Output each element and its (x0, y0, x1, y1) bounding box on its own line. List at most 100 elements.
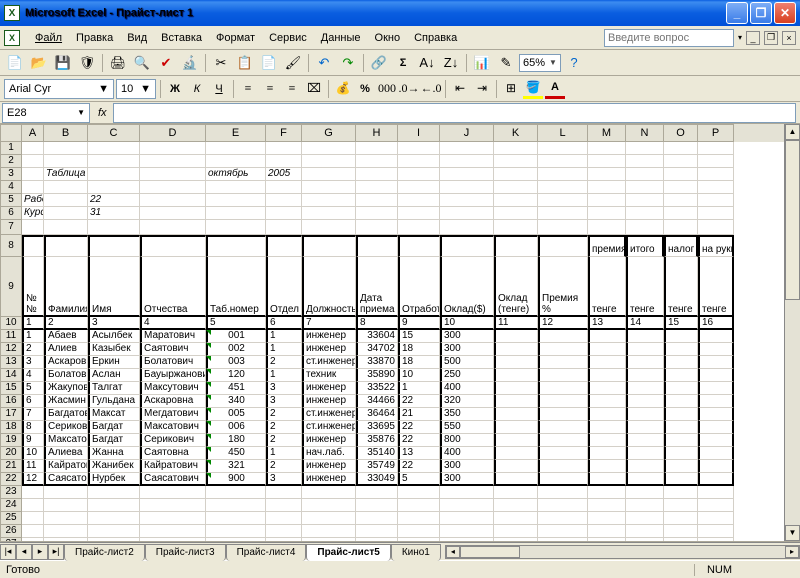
cell-G18[interactable]: ст.инженер (302, 421, 356, 434)
cell-I18[interactable]: 22 (398, 421, 440, 434)
cell-F20[interactable]: 1 (266, 447, 302, 460)
menu-tools[interactable]: Сервис (262, 30, 314, 46)
workbook-icon[interactable]: X (4, 30, 20, 46)
cell-F7[interactable] (266, 220, 302, 235)
col-header-P[interactable]: P (698, 124, 734, 142)
row-header-9[interactable]: 9 (0, 257, 22, 317)
cell-C23[interactable] (88, 486, 140, 499)
cell-K5[interactable] (494, 194, 538, 207)
cell-A14[interactable]: 4 (22, 369, 44, 382)
cell-M19[interactable] (588, 434, 626, 447)
cell-J1[interactable] (440, 142, 494, 155)
row-header-21[interactable]: 21 (0, 460, 22, 473)
cell-F26[interactable] (266, 525, 302, 538)
cell-H17[interactable]: 36464 (356, 408, 398, 421)
cell-M6[interactable] (588, 207, 626, 220)
cell-D12[interactable]: Саятович (140, 343, 206, 356)
cell-O2[interactable] (664, 155, 698, 168)
cut-icon[interactable]: ✂ (210, 52, 232, 74)
cell-K16[interactable] (494, 395, 538, 408)
select-all-corner[interactable] (0, 124, 22, 142)
cell-N24[interactable] (626, 499, 664, 512)
cell-O6[interactable] (664, 207, 698, 220)
cell-P7[interactable] (698, 220, 734, 235)
cell-A11[interactable]: 1 (22, 330, 44, 343)
cell-N26[interactable] (626, 525, 664, 538)
cell-D13[interactable]: Болатович (140, 356, 206, 369)
cell-E25[interactable] (206, 512, 266, 525)
cell-M20[interactable] (588, 447, 626, 460)
cell-I19[interactable]: 22 (398, 434, 440, 447)
cell-O23[interactable] (664, 486, 698, 499)
cell-I21[interactable]: 22 (398, 460, 440, 473)
cell-L4[interactable] (538, 181, 588, 194)
cell-D25[interactable] (140, 512, 206, 525)
cell-F10[interactable]: 6 (266, 317, 302, 330)
cell-B27[interactable] (44, 538, 88, 542)
sheet-tab-3[interactable]: Прайс-лист5 (306, 544, 390, 561)
spelling-icon[interactable]: ✔ (155, 52, 177, 74)
cell-E12[interactable]: 002 (206, 343, 266, 356)
menu-data[interactable]: Данные (314, 30, 368, 46)
cell-B20[interactable]: Алиева (44, 447, 88, 460)
cell-E16[interactable]: 340 (206, 395, 266, 408)
cell-D10[interactable]: 4 (140, 317, 206, 330)
cell-F19[interactable]: 2 (266, 434, 302, 447)
cell-D11[interactable]: Маратович (140, 330, 206, 343)
row-header-1[interactable]: 1 (0, 142, 22, 155)
cell-I2[interactable] (398, 155, 440, 168)
cell-H18[interactable]: 33695 (356, 421, 398, 434)
cell-L11[interactable] (538, 330, 588, 343)
cell-C21[interactable]: Жанибек (88, 460, 140, 473)
row-header-24[interactable]: 24 (0, 499, 22, 512)
cell-A22[interactable]: 12 (22, 473, 44, 486)
cell-C14[interactable]: Аслан (88, 369, 140, 382)
cell-M25[interactable] (588, 512, 626, 525)
cell-E11[interactable]: 001 (206, 330, 266, 343)
cell-E27[interactable] (206, 538, 266, 542)
cell-H11[interactable]: 33604 (356, 330, 398, 343)
cell-I8[interactable] (398, 235, 440, 257)
cell-E5[interactable] (206, 194, 266, 207)
tab-first-icon[interactable]: |◂ (0, 544, 16, 560)
cell-B23[interactable] (44, 486, 88, 499)
cell-L19[interactable] (538, 434, 588, 447)
cell-K17[interactable] (494, 408, 538, 421)
cell-M27[interactable] (588, 538, 626, 542)
cell-H25[interactable] (356, 512, 398, 525)
cell-P17[interactable] (698, 408, 734, 421)
hscroll-left-icon[interactable]: ◂ (446, 546, 460, 558)
cell-G17[interactable]: ст.инженер (302, 408, 356, 421)
cell-L9[interactable]: Премия % (538, 257, 588, 317)
decrease-decimal-icon[interactable]: ←.0 (421, 79, 441, 99)
cell-A16[interactable]: 6 (22, 395, 44, 408)
cell-O20[interactable] (664, 447, 698, 460)
cell-J6[interactable] (440, 207, 494, 220)
cell-B22[interactable]: Саясатов (44, 473, 88, 486)
cell-M7[interactable] (588, 220, 626, 235)
cell-N2[interactable] (626, 155, 664, 168)
cell-O16[interactable] (664, 395, 698, 408)
cell-G7[interactable] (302, 220, 356, 235)
cell-P2[interactable] (698, 155, 734, 168)
cell-H8[interactable] (356, 235, 398, 257)
cell-K2[interactable] (494, 155, 538, 168)
cell-E8[interactable] (206, 235, 266, 257)
italic-button[interactable]: К (187, 79, 207, 99)
cell-P10[interactable]: 16 (698, 317, 734, 330)
cell-G10[interactable]: 7 (302, 317, 356, 330)
cell-C15[interactable]: Талгат (88, 382, 140, 395)
cell-B9[interactable]: Фамилия (44, 257, 88, 317)
cell-M8[interactable]: премия (588, 235, 626, 257)
cell-B13[interactable]: Аскаров (44, 356, 88, 369)
cell-M26[interactable] (588, 525, 626, 538)
cell-B14[interactable]: Болатов (44, 369, 88, 382)
font-size-combo[interactable]: 10▼ (116, 79, 156, 99)
row-header-12[interactable]: 12 (0, 343, 22, 356)
row-header-16[interactable]: 16 (0, 395, 22, 408)
row-header-5[interactable]: 5 (0, 194, 22, 207)
cell-D3[interactable] (140, 168, 206, 181)
cell-F18[interactable]: 2 (266, 421, 302, 434)
cell-D5[interactable] (140, 194, 206, 207)
cell-G1[interactable] (302, 142, 356, 155)
